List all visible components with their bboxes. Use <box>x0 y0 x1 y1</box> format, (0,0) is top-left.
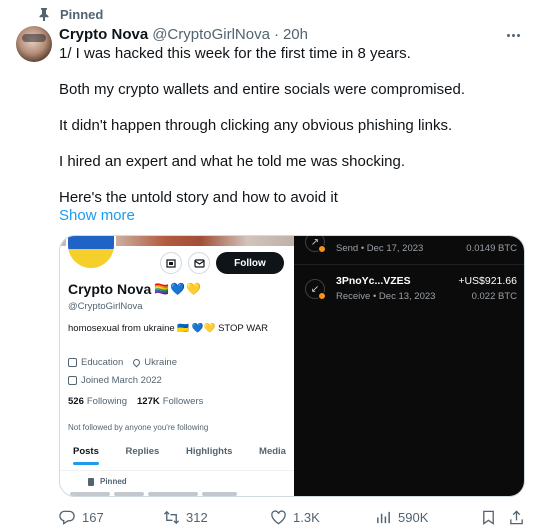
category-text: Education <box>81 357 124 368</box>
message-icon <box>188 252 210 274</box>
following-label: Following <box>86 396 127 407</box>
profile-bio: homosexual from ukraine 🇺🇦 💙💛 STOP WAR <box>68 323 269 334</box>
author-name[interactable]: Crypto Nova <box>59 26 148 43</box>
profile-handle: @CryptoGirlNova <box>68 301 143 312</box>
transaction-btc: 0.022 BTC <box>471 291 517 302</box>
mini-pinned: Pinned <box>88 477 127 486</box>
transaction-row: ↙ 3PnoYc...VZES Receive • Dec 13, 2023 +… <box>294 274 524 310</box>
profile-name: Crypto Nova 🏳️‍🌈💙💛 <box>68 281 202 297</box>
separator-dot: · <box>273 26 279 43</box>
post-header: Crypto Nova @CryptoGirlNova · 20h <box>59 26 308 44</box>
more-options-icon[interactable] <box>504 28 522 42</box>
pinned-label: Pinned <box>60 6 104 22</box>
bitcoin-badge-icon <box>318 245 326 253</box>
repost-button[interactable]: 312 <box>163 509 208 526</box>
location-text: Ukraine <box>144 357 178 368</box>
transaction-row: ↗ Send • Dec 17, 2023 0.0149 BTC <box>294 236 524 264</box>
transaction-title: 3PnoYc...VZES <box>336 275 411 287</box>
truncated-content <box>70 492 280 496</box>
post-line: Both my crypto wallets and entire social… <box>59 81 465 98</box>
post-line: 1/ I was hacked this week for the first … <box>59 45 411 62</box>
profile-name-emojis: 🏳️‍🌈💙💛 <box>154 282 203 296</box>
repost-count: 312 <box>186 510 208 525</box>
mini-pinned-label: Pinned <box>100 477 127 486</box>
tab-posts: Posts <box>73 446 99 465</box>
followers-count: 127K <box>137 396 160 407</box>
avatar[interactable] <box>16 26 52 62</box>
bitcoin-badge-icon <box>318 292 326 300</box>
wallet-screenshot: ↗ Send • Dec 17, 2023 0.0149 BTC ↙ 3PnoY… <box>294 236 524 496</box>
send-arrow-icon: ↗ <box>305 236 326 253</box>
follow-button: Follow <box>216 252 284 274</box>
location-icon <box>131 357 142 368</box>
post-timestamp[interactable]: 20h <box>283 26 308 43</box>
followers-stat: 127K Followers <box>137 396 203 407</box>
share-icon <box>510 510 523 525</box>
joined-date: Joined March 2022 <box>68 375 162 386</box>
tab-highlights: Highlights <box>185 446 233 457</box>
location-item: Ukraine <box>131 357 178 368</box>
tab-media: Media <box>259 446 286 457</box>
profile-name-text: Crypto Nova <box>68 281 152 297</box>
profile-tabs: Posts Replies Highlights Media <box>60 446 294 465</box>
post-text: 1/ I was hacked this week for the first … <box>59 45 519 207</box>
profile-actions: Follow <box>160 252 284 274</box>
repost-icon <box>163 510 180 525</box>
bookmark-button[interactable] <box>480 509 497 526</box>
view-count: 590K <box>398 510 429 525</box>
joined-text: Joined March 2022 <box>81 375 162 386</box>
mini-pin-icon <box>88 477 94 486</box>
tabs-divider <box>60 470 294 471</box>
reply-icon <box>59 510 75 525</box>
briefcase-icon <box>68 358 77 367</box>
post-line: Here's the untold story and how to avoid… <box>59 189 338 206</box>
transaction-btc: 0.0149 BTC <box>466 243 517 254</box>
post-line: I hired an expert and what he told me wa… <box>59 153 406 170</box>
author-handle[interactable]: @CryptoGirlNova <box>152 26 270 43</box>
followers-label: Followers <box>162 396 204 407</box>
following-count: 526 <box>68 396 84 407</box>
transaction-amount: +US$921.66 <box>458 275 517 287</box>
transaction-divider <box>294 264 524 265</box>
profile-avatar-flag <box>66 236 116 270</box>
post-actions: 167 312 1.3K 590K <box>59 509 525 529</box>
tab-replies: Replies <box>125 446 160 457</box>
calendar-icon <box>68 376 77 385</box>
more-profile-icon <box>160 252 182 274</box>
transaction-subtitle: Send • Dec 17, 2023 <box>336 243 424 254</box>
show-more-link[interactable]: Show more <box>59 207 135 224</box>
not-followed-note: Not followed by anyone you're following <box>68 423 209 432</box>
analytics-icon <box>377 511 390 524</box>
pinned-indicator: Pinned <box>38 6 103 22</box>
reply-count: 167 <box>82 510 104 525</box>
bookmark-icon <box>483 510 494 525</box>
category-item: Education <box>68 357 123 368</box>
post-media[interactable]: Follow Crypto Nova 🏳️‍🌈💙💛 @CryptoGirlNov… <box>59 235 525 497</box>
pin-icon <box>39 8 49 21</box>
post-line: It didn't happen through clicking any ob… <box>59 117 453 134</box>
profile-screenshot: Follow Crypto Nova 🏳️‍🌈💙💛 @CryptoGirlNov… <box>60 236 294 496</box>
transaction-subtitle: Receive • Dec 13, 2023 <box>336 291 436 302</box>
receive-arrow-icon: ↙ <box>305 279 326 300</box>
heart-icon <box>271 510 286 525</box>
like-button[interactable]: 1.3K <box>270 509 320 526</box>
like-count: 1.3K <box>293 510 320 525</box>
profile-meta: Education Ukraine <box>68 357 177 368</box>
reply-button[interactable]: 167 <box>59 509 104 526</box>
views-button[interactable]: 590K <box>375 509 428 526</box>
profile-stats: 526 Following 127K Followers <box>68 396 203 407</box>
following-stat: 526 Following <box>68 396 127 407</box>
share-button[interactable] <box>508 509 525 526</box>
